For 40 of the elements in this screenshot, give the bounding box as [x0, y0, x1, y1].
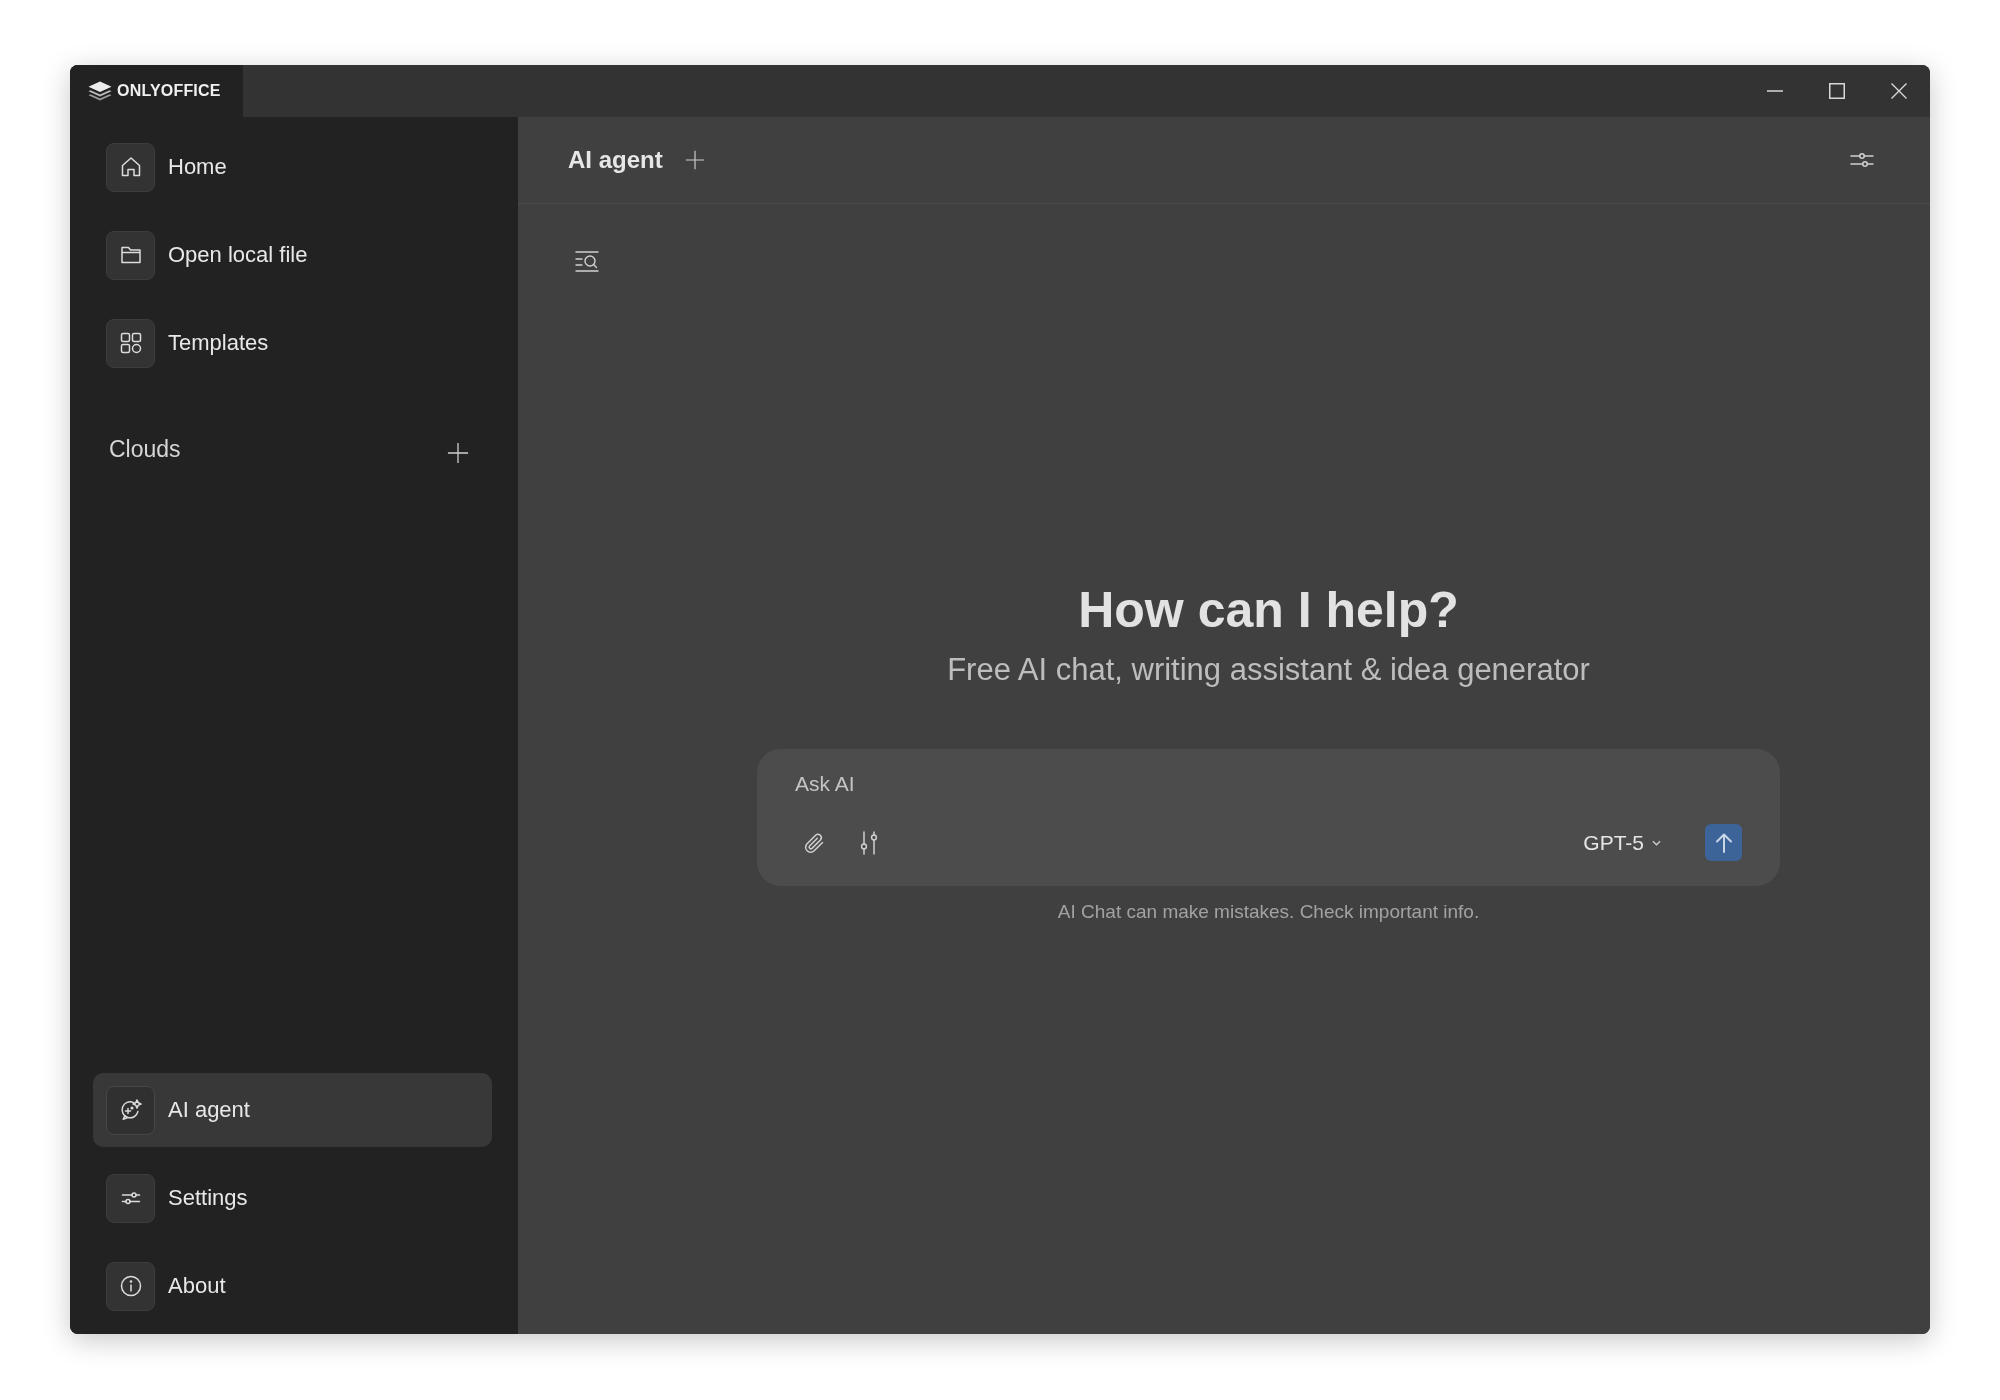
chevron-down-icon — [1652, 839, 1661, 846]
plus-icon — [447, 442, 469, 464]
folder-icon — [106, 230, 155, 280]
sidebar-item[interactable]: Home — [93, 130, 492, 204]
tools-button[interactable] — [859, 830, 879, 855]
sidebar-item[interactable]: About — [93, 1249, 492, 1323]
subheading: Free AI chat, writing assistant & idea generator — [947, 651, 1590, 689]
add-cloud-button[interactable] — [447, 442, 469, 464]
sidebar-item[interactable]: Open local file — [93, 218, 492, 292]
page-title: AI agent — [568, 145, 663, 175]
arrow-up-icon — [1714, 832, 1733, 853]
ask-ai-field[interactable]: Ask AI — [795, 769, 1742, 799]
list-search-icon — [575, 249, 599, 273]
app-tab[interactable]: ONLYOFFICE — [70, 65, 243, 117]
send-button[interactable] — [1705, 824, 1742, 861]
stacked-layers-icon — [88, 81, 112, 101]
vertical-sliders-icon — [859, 830, 879, 855]
paperclip-icon — [802, 830, 826, 855]
heading: How can I help? — [1078, 581, 1459, 640]
close-icon — [1891, 83, 1907, 99]
settings-sliders-icon — [1850, 151, 1874, 169]
minimize-icon — [1767, 90, 1783, 92]
sidebar-item[interactable]: Settings — [93, 1161, 492, 1235]
filter-button[interactable] — [1850, 151, 1874, 169]
maximize-icon — [1829, 83, 1845, 99]
sidebar-item[interactable]: Templates — [93, 306, 492, 380]
grid-shapes-icon — [106, 318, 155, 368]
sparkle-chat-icon — [106, 1085, 155, 1135]
info-icon — [106, 1261, 155, 1311]
app-name: ONLYOFFICE — [117, 81, 221, 101]
clouds-heading: Clouds — [109, 434, 181, 464]
settings-icon — [106, 1173, 155, 1223]
house-icon — [106, 142, 155, 192]
plus-icon — [684, 150, 705, 170]
attach-button[interactable] — [802, 830, 826, 855]
new-chat-button[interactable] — [684, 150, 705, 170]
chat-history-button[interactable] — [575, 249, 599, 273]
sidebar-item[interactable]: AI agent — [93, 1073, 492, 1147]
disclaimer: AI Chat can make mistakes. Check important info. — [1057, 900, 1480, 924]
model-dropdown[interactable]: GPT-5 — [1583, 826, 1661, 859]
